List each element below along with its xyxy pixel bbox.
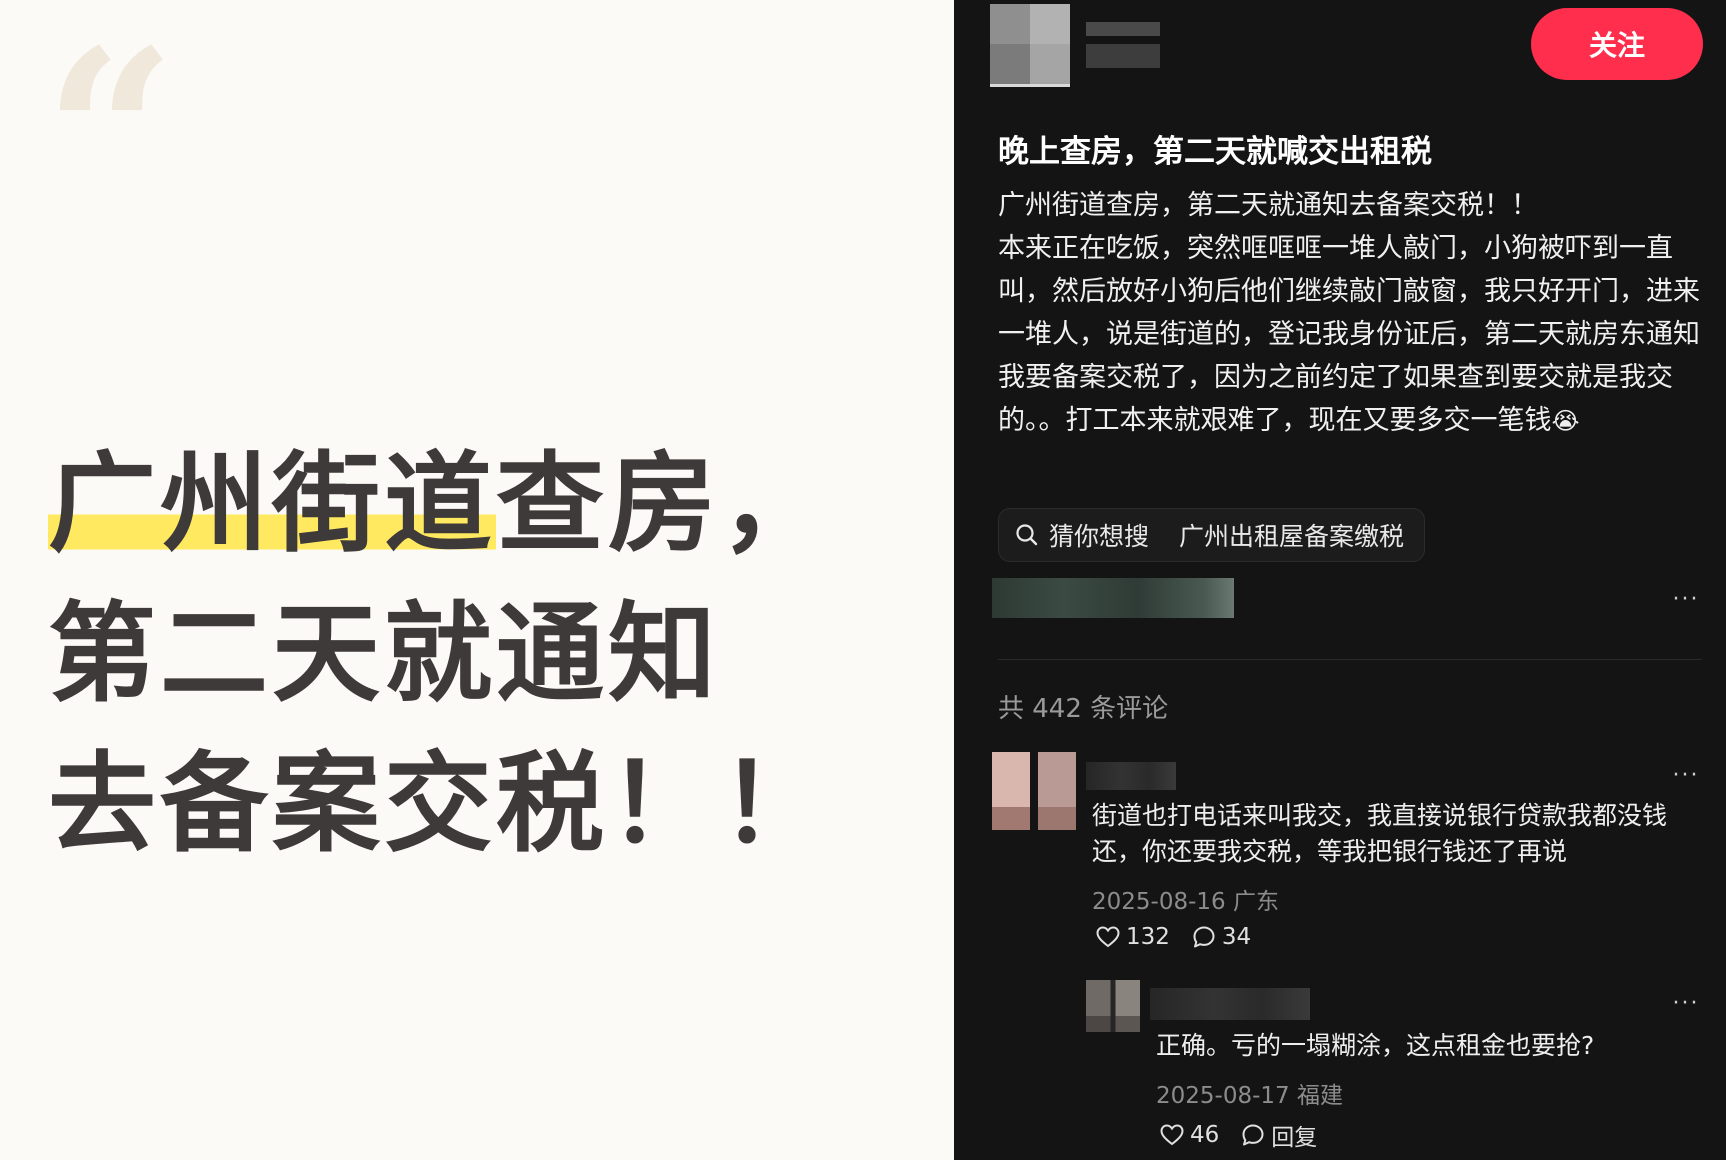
- reply-like-button[interactable]: 46: [1160, 1122, 1219, 1148]
- comment-reply-count: 34: [1221, 924, 1252, 950]
- comment-more-icon[interactable]: ···: [1666, 765, 1706, 787]
- redacted-strip: [992, 578, 1234, 618]
- post-body-paragraph-2-text: 本来正在吃饭，突然哐哐哐一堆人敲门，小狗被吓到一直叫，然后放好小狗后他们继续敲门…: [998, 233, 1700, 436]
- reply-text: 正确。亏的一塌糊涂，这点租金也要抢?: [1156, 1031, 1595, 1060]
- comment-icon: [1242, 1124, 1264, 1146]
- reply-reply-label: 回复: [1271, 1125, 1318, 1151]
- comment-actions: 132 34: [1096, 924, 1251, 950]
- search-icon: [1016, 524, 1038, 546]
- reply-reply-button[interactable]: 回复: [1241, 1118, 1317, 1152]
- commenter-avatar[interactable]: [992, 752, 1076, 830]
- search-chip-prefix: 猜你想搜: [1049, 522, 1150, 551]
- cover-headline-line-3: 去备案交税！！: [48, 742, 833, 867]
- cover-headline-line-1: 广州街道查房，: [48, 430, 928, 580]
- suggested-search-chip[interactable]: 猜你想搜 广州出租屋备案缴税: [998, 508, 1426, 562]
- post-title: 晚上查房，第二天就喊交出租税: [998, 134, 1432, 170]
- crying-emoji: 😭: [1551, 407, 1580, 435]
- post-cover-image[interactable]: “ 广州街道查房， 第二天就通知 去备案交税！！: [0, 0, 954, 1160]
- cover-headline-line-1-rest: 查房，: [496, 442, 833, 567]
- comment-reply-button[interactable]: 34: [1192, 924, 1251, 950]
- comment-date-location: 2025-08-16 广东: [1092, 889, 1279, 915]
- search-chip-query: 广州出租屋备案缴税: [1179, 522, 1405, 551]
- post-body: 广州街道查房，第二天就通知去备案交税！！ 本来正在吃饭，突然哐哐哐一堆人敲门，小…: [998, 184, 1702, 443]
- cover-headline: 广州街道查房， 第二天就通知 去备案交税！！: [48, 430, 928, 880]
- replier-avatar[interactable]: [1086, 980, 1140, 1032]
- highlighted-text: 广州街道: [48, 442, 497, 567]
- comment-text: 街道也打电话来叫我交，我直接说银行贷款我都没钱还，你还要我交税，等我把银行钱还了…: [1092, 801, 1668, 866]
- author-name-redacted[interactable]: [1086, 22, 1160, 68]
- post-detail-panel: 关注 晚上查房，第二天就喊交出租税 广州街道查房，第二天就通知去备案交税！！ 本…: [954, 0, 1726, 1160]
- reply-actions: 46 回复: [1160, 1118, 1317, 1152]
- comments-count: 共 442 条评论: [998, 694, 1169, 724]
- quote-mark-decoration: “: [44, 0, 177, 270]
- heart-icon: [1096, 926, 1120, 948]
- divider: [998, 659, 1702, 660]
- reply-like-count: 46: [1190, 1122, 1220, 1148]
- reply-more-icon[interactable]: ···: [1666, 993, 1706, 1015]
- comment-like-button[interactable]: 132: [1096, 924, 1170, 950]
- comment-like-count: 132: [1126, 924, 1170, 950]
- post-more-icon[interactable]: ···: [1666, 589, 1706, 611]
- cover-headline-line-2: 第二天就通知: [48, 592, 721, 717]
- comment-icon: [1193, 926, 1215, 948]
- author-avatar[interactable]: [990, 4, 1070, 87]
- reply-date-location: 2025-08-17 福建: [1156, 1083, 1343, 1109]
- screen: “ 广州街道查房， 第二天就通知 去备案交税！！ 关注 晚上查房，第二天就喊交出…: [0, 0, 1726, 1160]
- commenter-name-redacted[interactable]: [1086, 762, 1176, 790]
- follow-button[interactable]: 关注: [1531, 8, 1703, 80]
- heart-icon: [1160, 1124, 1184, 1146]
- post-body-paragraph-2: 本来正在吃饭，突然哐哐哐一堆人敲门，小狗被吓到一直叫，然后放好小狗后他们继续敲门…: [998, 227, 1702, 443]
- replier-name-redacted[interactable]: [1150, 988, 1310, 1020]
- post-body-line-1: 广州街道查房，第二天就通知去备案交税！！: [998, 190, 1538, 221]
